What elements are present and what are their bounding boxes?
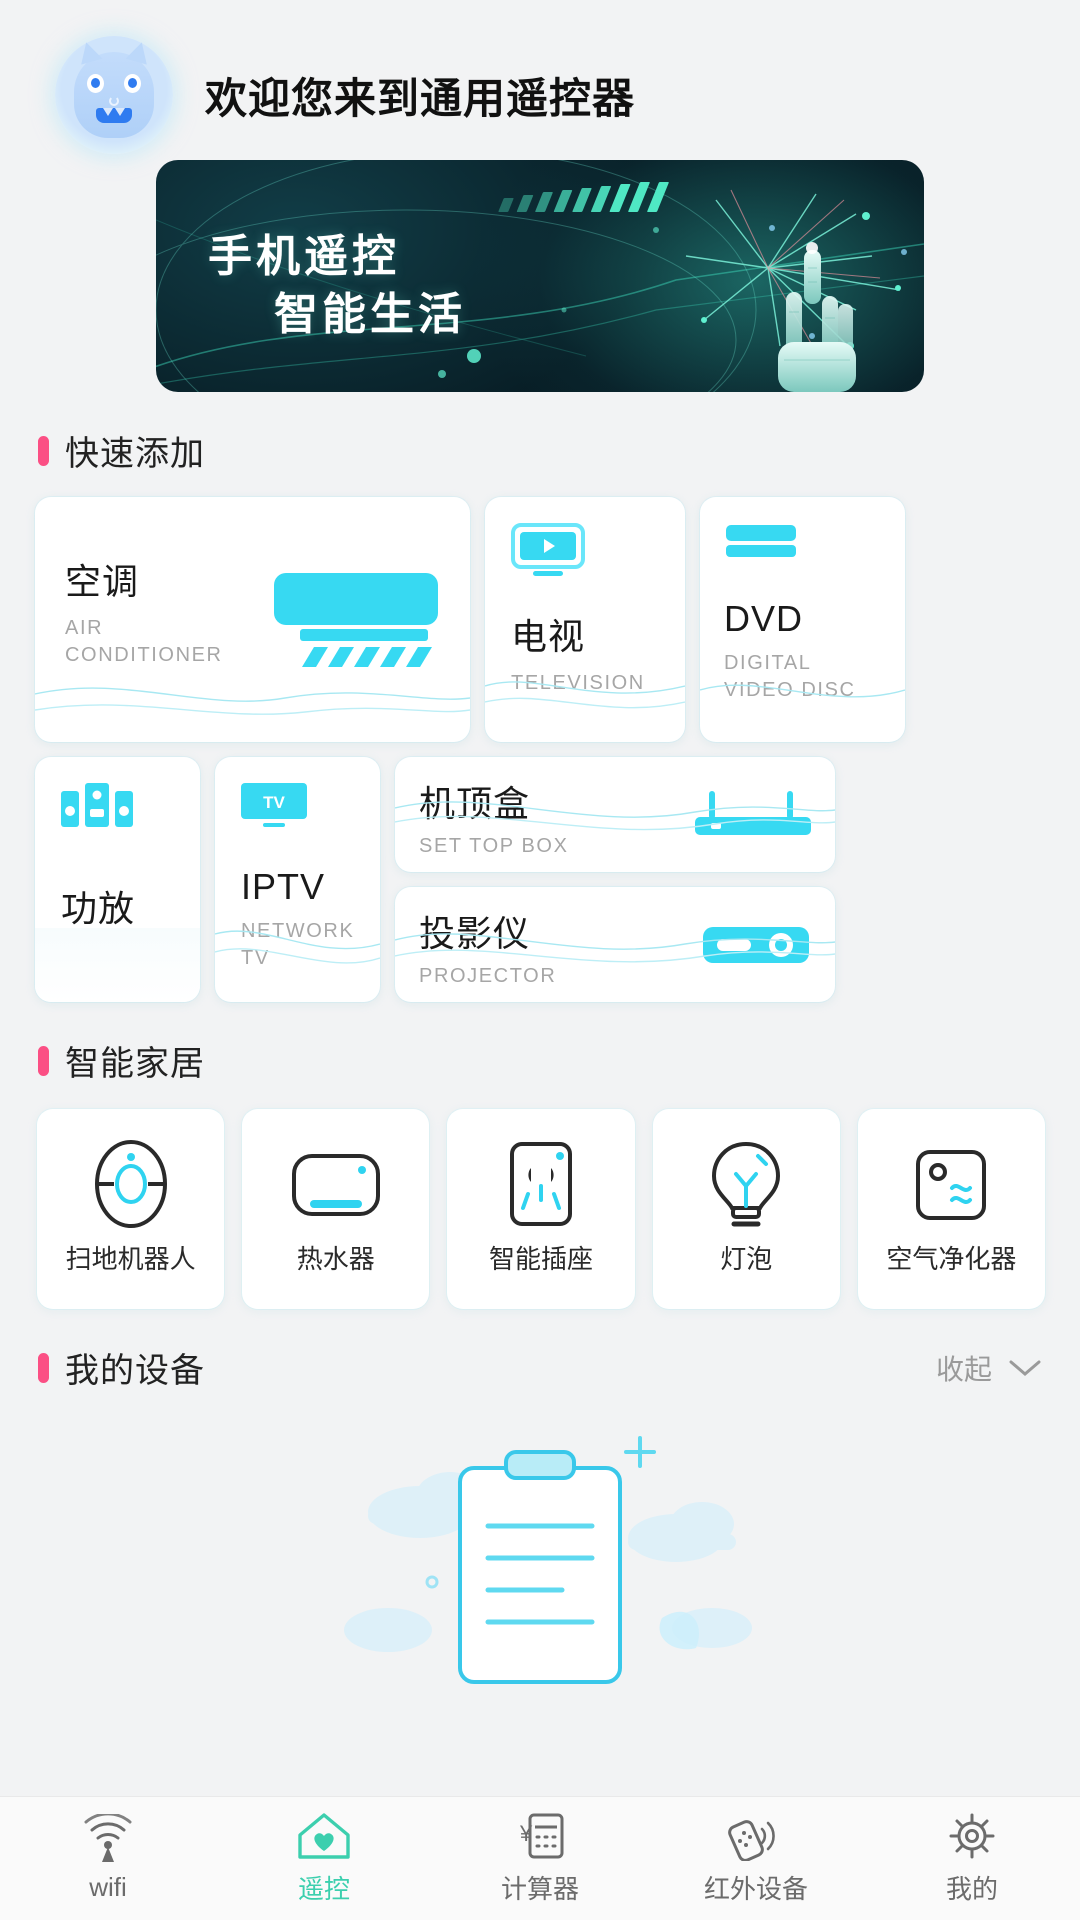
- quick-add-card-air-conditioner[interactable]: 空调 AIR CONDITIONER: [35, 497, 470, 742]
- quick-add-row-1: 空调 AIR CONDITIONER 电视 TELEVISION DVD DIG…: [35, 497, 1045, 742]
- clipboard-clouds-illustration: [344, 1436, 752, 1684]
- card-wave-decoration: [215, 928, 380, 1002]
- quick-add-grid: 空调 AIR CONDITIONER 电视 TELEVISION DVD DIG…: [35, 497, 1045, 1002]
- section-header-my-devices: 我的设备 收起: [38, 1343, 1042, 1392]
- svg-text:¥: ¥: [519, 1821, 533, 1846]
- iptv-icon: TV: [241, 783, 307, 827]
- section-accent-bar: [38, 435, 49, 466]
- card-title: DVD: [724, 598, 804, 639]
- card-wave-decoration: [35, 668, 470, 742]
- dvd-player-icon: [726, 525, 796, 557]
- calculator-icon: ¥: [519, 1813, 564, 1859]
- smart-home-card-light-bulb[interactable]: 灯泡: [652, 1109, 840, 1309]
- avatar-mouth: [96, 108, 132, 123]
- air-conditioner-icon: [274, 573, 438, 667]
- smart-home-card-robot-vacuum[interactable]: 扫地机器人: [37, 1109, 225, 1309]
- water-heater-icon: [286, 1135, 386, 1233]
- quick-add-card-amplifier[interactable]: 功放: [35, 757, 200, 1002]
- avatar-eye-left: [87, 74, 104, 93]
- section-label: 我的设备: [65, 1352, 205, 1390]
- infrared-remote-icon: [728, 1820, 775, 1861]
- home-remote-icon: [298, 1813, 350, 1859]
- my-devices-empty-state: [0, 1402, 1080, 1702]
- quick-add-row-2: 功放 TV IPTV NETWORK TV 机顶盒 SET TOP BOX 投影…: [35, 757, 1045, 1002]
- card-subtitle: AIR CONDITIONER: [65, 617, 223, 666]
- app-screen: 欢迎您来到通用遥控器 手机遥控 智能生活 快速添加 空调 AIR CONDITI…: [0, 0, 1080, 1920]
- tab-remote[interactable]: 遥控: [216, 1797, 432, 1920]
- quick-add-card-dvd[interactable]: DVD DIGITAL VIDEO DISC: [700, 497, 905, 742]
- quick-add-card-iptv[interactable]: TV IPTV NETWORK TV: [215, 757, 380, 1002]
- smart-home-label: 灯泡: [720, 1244, 773, 1274]
- card-icon-area: [35, 757, 200, 834]
- page-header: 欢迎您来到通用遥控器: [0, 0, 1080, 160]
- svg-text:TV: TV: [263, 793, 285, 812]
- tab-mine[interactable]: 我的: [864, 1797, 1080, 1920]
- quick-add-card-television[interactable]: 电视 TELEVISION: [485, 497, 685, 742]
- collapse-label: 收起: [935, 1353, 992, 1385]
- card-title: 电视: [511, 616, 586, 657]
- robot-hand-illustration: [778, 242, 856, 392]
- wifi-icon: [84, 1814, 132, 1862]
- tab-calculator[interactable]: ¥ 计算器: [432, 1797, 648, 1920]
- tab-wifi[interactable]: wifi: [0, 1797, 216, 1920]
- avatar-eye-right: [124, 74, 141, 93]
- quick-add-card-set-top-box[interactable]: 机顶盒 SET TOP BOX: [395, 757, 835, 872]
- tab-label: 计算器: [500, 1874, 579, 1904]
- promo-banner[interactable]: 手机遥控 智能生活: [156, 160, 924, 392]
- avatar-nose: [109, 96, 119, 106]
- card-icon-area: TV: [215, 757, 380, 834]
- smart-home-label: 空气净化器: [886, 1244, 1017, 1274]
- smart-home-label: 热水器: [296, 1244, 375, 1274]
- section-header-smart-home: 智能家居: [38, 1036, 1080, 1085]
- card-title: 功放: [61, 888, 136, 929]
- tab-label: 红外设备: [703, 1874, 808, 1904]
- section-accent-bar: [38, 1352, 49, 1383]
- bottom-tab-bar: wifi 遥控 ¥ 计算器 红外设备 我的: [0, 1796, 1080, 1920]
- card-wave-decoration: [395, 928, 835, 1002]
- card-title: IPTV: [241, 866, 326, 907]
- card-wave-decoration: [700, 668, 905, 742]
- card-wave-decoration: [485, 668, 685, 742]
- section-label: 快速添加: [65, 435, 205, 473]
- section-label: 智能家居: [65, 1045, 205, 1083]
- smart-home-label: 扫地机器人: [65, 1244, 196, 1274]
- tab-label: 遥控: [297, 1874, 350, 1904]
- section-accent-bar: [38, 1045, 49, 1076]
- air-purifier-icon: [908, 1135, 994, 1233]
- television-icon: [511, 523, 585, 576]
- card-wave-decoration: [395, 798, 835, 872]
- chevron-down-icon: [1009, 1360, 1041, 1376]
- smart-home-card-water-heater[interactable]: 热水器: [242, 1109, 430, 1309]
- gear-icon: [949, 1813, 995, 1859]
- monster-avatar-icon[interactable]: [55, 36, 173, 154]
- section-header-quick-add: 快速添加: [38, 426, 1080, 475]
- collapse-toggle-button[interactable]: 收起: [936, 1348, 1042, 1388]
- banner-text: 手机遥控 智能生活: [208, 228, 466, 344]
- smart-socket-icon: [504, 1135, 578, 1233]
- quick-add-card-projector[interactable]: 投影仪 PROJECTOR: [395, 887, 835, 1002]
- smart-home-label: 智能插座: [489, 1244, 594, 1274]
- amplifier-speaker-icon: [61, 783, 133, 827]
- tab-label: wifi: [89, 1872, 127, 1902]
- robot-vacuum-icon: [88, 1135, 174, 1233]
- tab-infrared-device[interactable]: 红外设备: [648, 1797, 864, 1920]
- smart-home-card-air-purifier[interactable]: 空气净化器: [857, 1109, 1046, 1309]
- smart-home-grid: 扫地机器人 热水器 智能插座 灯泡 空气净化器: [35, 1109, 1046, 1309]
- banner-line-2: 智能生活: [274, 290, 466, 340]
- quick-add-column-right: 机顶盒 SET TOP BOX 投影仪 PROJECTOR: [395, 757, 835, 1002]
- card-icon-area: [700, 497, 905, 568]
- banner-dash-decoration: [498, 182, 670, 212]
- page-title: 欢迎您来到通用遥控器: [205, 74, 636, 122]
- avatar-body: [74, 39, 154, 138]
- light-bulb-icon: [706, 1135, 786, 1233]
- card-wave-decoration: [35, 928, 200, 1002]
- smart-home-card-smart-socket[interactable]: 智能插座: [447, 1109, 635, 1309]
- card-icon-area: [485, 497, 685, 582]
- tab-label: 我的: [945, 1874, 998, 1904]
- banner-line-1: 手机遥控: [208, 232, 400, 281]
